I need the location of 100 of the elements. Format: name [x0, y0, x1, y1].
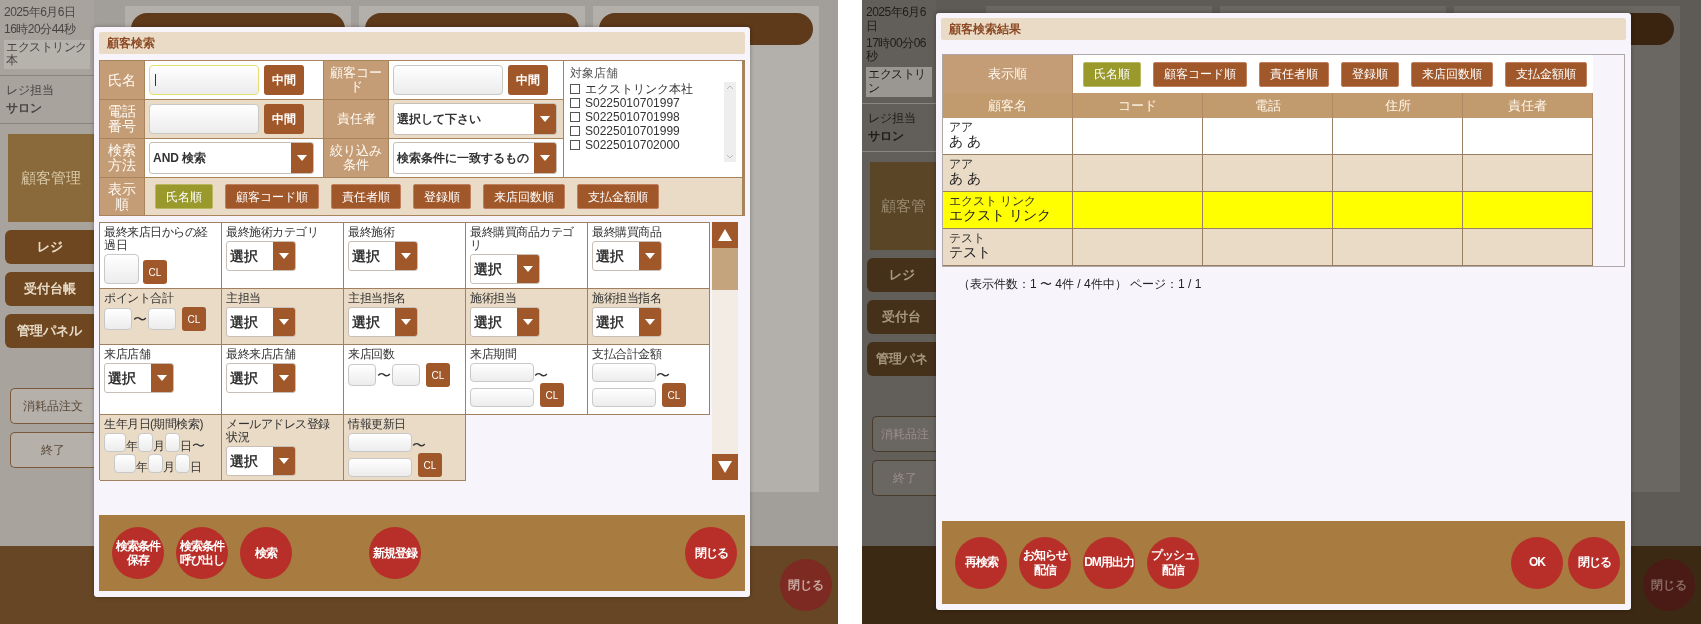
kana-text: テスト: [949, 232, 986, 245]
select-field[interactable]: 選択して下さい: [393, 103, 557, 135]
text-field[interactable]: [592, 388, 656, 408]
store-list-label: 対象店舗: [570, 67, 619, 81]
scrollbar-thumb[interactable]: [712, 248, 738, 290]
small-button[interactable]: CL: [143, 260, 167, 285]
select-field[interactable]: 選択: [226, 446, 296, 477]
checkbox[interactable]: [570, 140, 580, 151]
table-cell[interactable]: アア あ あ: [943, 118, 1073, 155]
round-button[interactable]: 検索条件保存: [112, 527, 164, 579]
checkbox[interactable]: [570, 98, 580, 109]
text-field[interactable]: [392, 364, 420, 387]
close-button[interactable]: 閉じる: [780, 559, 832, 611]
select-field[interactable]: 選択: [226, 241, 296, 272]
round-button[interactable]: 閉じる: [1568, 536, 1620, 589]
round-button[interactable]: お知らせ配信: [1019, 536, 1071, 589]
menu-button[interactable]: 管理パネ: [867, 341, 936, 376]
date-unit: 月: [163, 461, 175, 474]
select-field[interactable]: 選択: [592, 307, 662, 338]
small-button[interactable]: 中間: [508, 65, 548, 95]
round-button[interactable]: OK: [1511, 536, 1563, 589]
field-label: 表示順: [100, 178, 144, 215]
sort-button[interactable]: 責任者順: [1259, 61, 1329, 87]
sort-button[interactable]: 支払金額順: [577, 184, 659, 209]
text-field[interactable]: [393, 65, 503, 95]
sort-button[interactable]: 登録順: [413, 184, 471, 209]
text-field[interactable]: [592, 363, 656, 383]
select-field[interactable]: 選択: [348, 307, 418, 338]
criteria-label: 来店期間: [470, 348, 517, 362]
menu-button[interactable]: レジ: [867, 257, 936, 292]
select-field[interactable]: 選択: [470, 254, 540, 285]
text-field[interactable]: [104, 433, 126, 453]
round-button[interactable]: 再検索: [955, 536, 1007, 589]
text-field[interactable]: [149, 104, 259, 134]
text-field[interactable]: [165, 433, 180, 453]
table-cell[interactable]: エクスト リンク エクスト リンク: [943, 192, 1073, 229]
text-field[interactable]: [348, 458, 412, 478]
round-button[interactable]: プッシュ配信: [1147, 536, 1199, 589]
customer-name: あ あ: [949, 133, 982, 151]
table-cell[interactable]: アア あ あ: [943, 155, 1073, 192]
sort-button[interactable]: 顧客コード順: [225, 184, 319, 209]
select-field[interactable]: 選択: [348, 241, 418, 272]
menu-button[interactable]: 受付台帳: [5, 272, 94, 307]
store-label: エクストリン: [866, 67, 932, 97]
small-button[interactable]: CL: [182, 307, 206, 332]
range-separator: 〜: [377, 365, 391, 385]
sort-button[interactable]: 来店回数順: [483, 184, 565, 209]
caret-icon: [273, 364, 295, 393]
text-field[interactable]: [138, 433, 153, 453]
round-button[interactable]: 検索条件呼び出し: [176, 527, 228, 579]
select-field[interactable]: 選択: [104, 363, 174, 394]
sort-button[interactable]: 登録順: [1341, 61, 1399, 87]
round-button[interactable]: DM用出力: [1083, 536, 1135, 589]
sort-button[interactable]: 支払金額順: [1505, 61, 1587, 87]
text-field[interactable]: [104, 308, 132, 331]
select-field[interactable]: AND 検索: [149, 142, 314, 174]
sort-button[interactable]: 来店回数順: [1411, 61, 1493, 87]
caret-icon: [639, 308, 661, 337]
scroll-down-button[interactable]: [712, 454, 738, 480]
round-button[interactable]: 閉じる: [685, 527, 737, 579]
scroll-up-button[interactable]: [712, 222, 738, 248]
side-button[interactable]: 終了: [10, 432, 94, 469]
sort-button[interactable]: 責任者順: [331, 184, 401, 209]
small-button[interactable]: CL: [426, 363, 450, 388]
table-cell[interactable]: テスト テスト: [943, 229, 1073, 266]
small-button[interactable]: CL: [662, 383, 686, 408]
text-field[interactable]: [470, 388, 534, 408]
checkbox[interactable]: [570, 84, 580, 95]
select-field[interactable]: 検索条件に一致するもの: [393, 142, 557, 174]
small-button[interactable]: CL: [418, 453, 442, 478]
text-field[interactable]: [148, 454, 163, 474]
small-button[interactable]: 中間: [264, 104, 304, 134]
caret-icon: [273, 242, 295, 271]
select-field[interactable]: 選択: [226, 363, 296, 394]
menu-button[interactable]: 管理パネル: [5, 314, 94, 349]
select-field[interactable]: 選択: [592, 241, 662, 272]
sort-label: 表示順: [943, 55, 1073, 93]
text-field[interactable]: [104, 254, 139, 285]
criteria-label: 施術担当指名: [592, 292, 662, 306]
small-button[interactable]: 中間: [264, 65, 304, 95]
small-button[interactable]: CL: [540, 383, 564, 408]
text-field[interactable]: [114, 454, 136, 474]
text-field[interactable]: [149, 65, 259, 95]
menu-button[interactable]: レジ: [5, 230, 94, 265]
sort-button[interactable]: 顧客コード順: [1153, 61, 1247, 87]
select-field[interactable]: 選択: [226, 307, 296, 338]
checkbox[interactable]: [570, 126, 580, 137]
criteria-label: 最終施術カテゴリ: [226, 226, 319, 240]
text-field[interactable]: [175, 454, 190, 474]
text-field[interactable]: [348, 364, 376, 387]
select-field[interactable]: 選択: [470, 307, 540, 338]
checkbox[interactable]: [570, 112, 580, 123]
text-field[interactable]: [348, 433, 412, 453]
menu-button[interactable]: 受付台: [867, 299, 936, 334]
text-field[interactable]: [148, 308, 176, 331]
side-button[interactable]: 消耗品注文: [10, 388, 94, 425]
round-button[interactable]: 新規登録: [369, 527, 421, 579]
text-field[interactable]: [470, 363, 534, 383]
menu-tile[interactable]: 顧客管理: [8, 134, 94, 223]
round-button[interactable]: 検索: [240, 527, 292, 579]
